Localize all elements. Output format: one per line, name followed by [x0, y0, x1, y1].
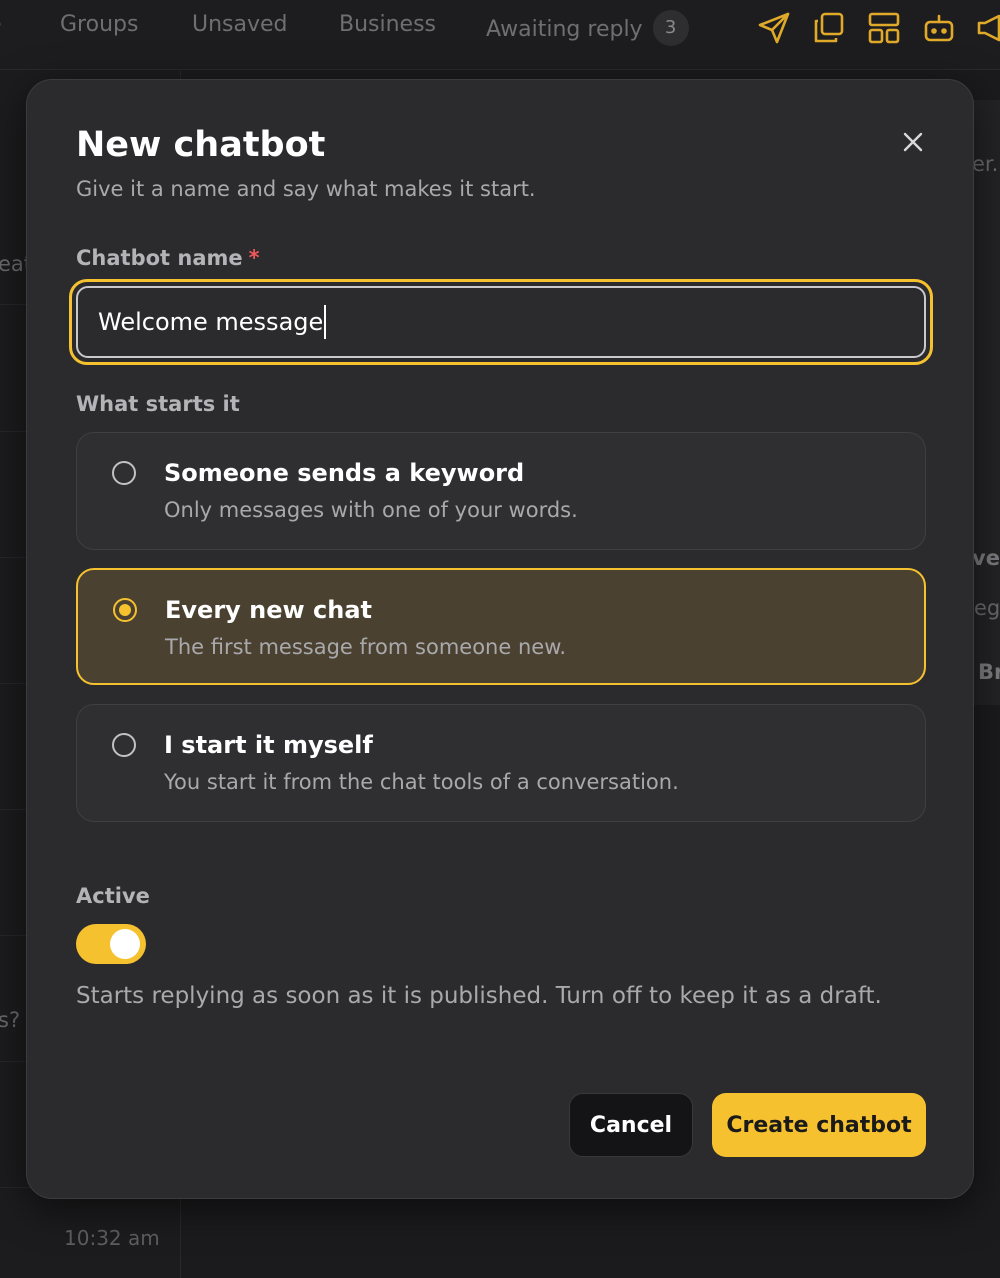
dialog-title: New chatbot [76, 125, 326, 165]
toggle-knob [110, 929, 140, 959]
tab-partial[interactable]: e [0, 12, 2, 37]
cancel-button[interactable]: Cancel [569, 1093, 693, 1157]
trigger-option-manual[interactable]: I start it myself You start it from the … [76, 704, 926, 822]
create-chatbot-button[interactable]: Create chatbot [712, 1093, 926, 1157]
send-icon[interactable] [756, 10, 792, 46]
text-caret [324, 305, 327, 339]
top-bar: e Groups Unsaved Business Awaiting reply… [0, 0, 1000, 70]
background-text: eg [974, 596, 1000, 620]
tab-business[interactable]: Business [339, 12, 436, 37]
layout-icon[interactable] [866, 10, 902, 46]
tab-groups[interactable]: Groups [60, 12, 138, 37]
radio-manual[interactable] [112, 733, 136, 757]
radio-keyword[interactable] [112, 461, 136, 485]
tab-unsaved[interactable]: Unsaved [192, 12, 288, 37]
unread-count-badge: 3 [652, 10, 689, 46]
chatbot-name-value: Welcome message [98, 308, 324, 336]
option-description: You start it from the chat tools of a co… [164, 770, 679, 794]
chatbot-name-input[interactable]: Welcome message [76, 286, 926, 358]
background-text: Br [978, 660, 1000, 684]
tab-awaiting-reply-label: Awaiting reply [486, 17, 643, 42]
option-title: Every new chat [165, 596, 373, 624]
megaphone-icon[interactable] [975, 10, 1000, 46]
background-text: s? [0, 1008, 21, 1032]
tab-awaiting-reply[interactable]: Awaiting reply 3 [486, 10, 689, 48]
dialog-subtitle: Give it a name and say what makes it sta… [76, 177, 536, 201]
trigger-option-every-new-chat[interactable]: Every new chat The first message from so… [76, 568, 926, 685]
copy-icon[interactable] [811, 10, 847, 46]
chatbot-name-label-text: Chatbot name [76, 246, 243, 270]
active-label: Active [76, 884, 150, 908]
background-text: er. [972, 152, 999, 176]
required-mark: * [248, 246, 260, 270]
close-icon [903, 132, 923, 152]
option-description: Only messages with one of your words. [164, 498, 578, 522]
trigger-label: What starts it [76, 392, 240, 416]
radio-every-new-chat[interactable] [113, 598, 137, 622]
active-toggle[interactable] [76, 924, 146, 964]
message-timestamp: 10:32 am [64, 1226, 160, 1250]
chatbot-name-label: Chatbot name * [76, 246, 260, 270]
trigger-option-keyword[interactable]: Someone sends a keyword Only messages wi… [76, 432, 926, 550]
option-description: The first message from someone new. [165, 635, 567, 659]
chatbot-name-focus-ring: Welcome message [69, 279, 933, 365]
active-help-text: Starts replying as soon as it is publish… [76, 983, 882, 1009]
close-button[interactable] [897, 126, 929, 158]
background-text: vet [972, 546, 1000, 570]
option-title: I start it myself [164, 731, 373, 759]
bot-icon[interactable] [921, 10, 957, 46]
option-title: Someone sends a keyword [164, 459, 525, 487]
new-chatbot-dialog: New chatbot Give it a name and say what … [26, 79, 974, 1199]
